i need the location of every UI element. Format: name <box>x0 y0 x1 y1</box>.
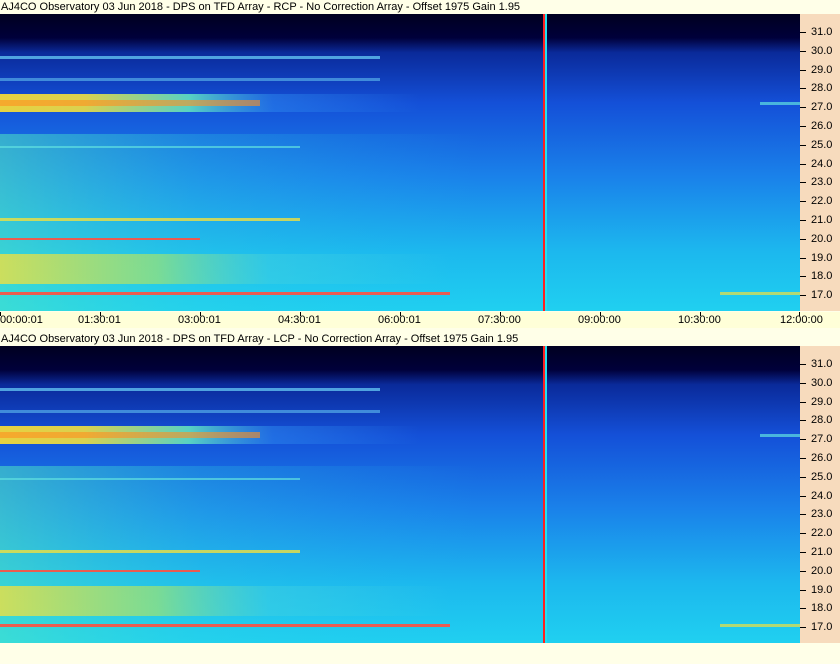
freq-label: 19.0 <box>811 252 833 264</box>
freq-label: 30.0 <box>811 45 833 57</box>
freq-label: 22.0 <box>811 195 833 207</box>
time-label: 10:30:00 <box>678 314 721 326</box>
freq-label: 18.0 <box>811 602 833 614</box>
time-label: 06:00:01 <box>378 314 421 326</box>
time-label: 07:30:00 <box>478 314 521 326</box>
time-label: 01:30:01 <box>78 314 121 326</box>
spectrogram-rcp[interactable] <box>0 14 800 311</box>
freq-label: 17.0 <box>811 621 833 633</box>
spectrogram-rcp-svg <box>0 14 800 311</box>
freq-label: 24.0 <box>811 158 833 170</box>
time-label: 12:00:00 <box>780 314 823 326</box>
freq-label: 17.0 <box>811 289 833 301</box>
time-label: 03:00:01 <box>178 314 221 326</box>
freq-label: 29.0 <box>811 396 833 408</box>
freq-label: 28.0 <box>811 414 833 426</box>
freq-label: 27.0 <box>811 433 833 445</box>
freq-label: 21.0 <box>811 546 833 558</box>
freq-label: 25.0 <box>811 139 833 151</box>
freq-label: 20.0 <box>811 233 833 245</box>
freq-axis-lcp: 31.0 30.0 29.0 28.0 27.0 26.0 25.0 24.0 … <box>800 346 840 643</box>
freq-label: 21.0 <box>811 214 833 226</box>
freq-label: 31.0 <box>811 358 833 370</box>
freq-label: 30.0 <box>811 377 833 389</box>
freq-label: 23.0 <box>811 176 833 188</box>
freq-label: 27.0 <box>811 101 833 113</box>
freq-label: 26.0 <box>811 120 833 132</box>
freq-label: 18.0 <box>811 270 833 282</box>
freq-label: 22.0 <box>811 527 833 539</box>
freq-axis-rcp: 31.0 30.0 29.0 28.0 27.0 26.0 25.0 24.0 … <box>800 14 840 311</box>
freq-label: 19.0 <box>811 584 833 596</box>
freq-label: 24.0 <box>811 490 833 502</box>
panel-title-rcp: AJ4CO Observatory 03 Jun 2018 - DPS on T… <box>1 1 521 13</box>
freq-label: 20.0 <box>811 565 833 577</box>
time-label: 00:00:01 <box>0 314 43 326</box>
time-axis: 00:00:01 01:30:01 03:00:01 04:30:01 06:0… <box>0 312 840 328</box>
freq-label: 25.0 <box>811 471 833 483</box>
freq-label: 26.0 <box>811 452 833 464</box>
freq-label: 31.0 <box>811 26 833 38</box>
time-label: 04:30:01 <box>278 314 321 326</box>
time-label: 09:00:00 <box>578 314 621 326</box>
spectrogram-lcp[interactable] <box>0 346 800 643</box>
freq-label: 28.0 <box>811 82 833 94</box>
freq-label: 23.0 <box>811 508 833 520</box>
panel-title-lcp: AJ4CO Observatory 03 Jun 2018 - DPS on T… <box>1 333 519 345</box>
freq-label: 29.0 <box>811 64 833 76</box>
spectrogram-lcp-svg <box>0 346 800 643</box>
